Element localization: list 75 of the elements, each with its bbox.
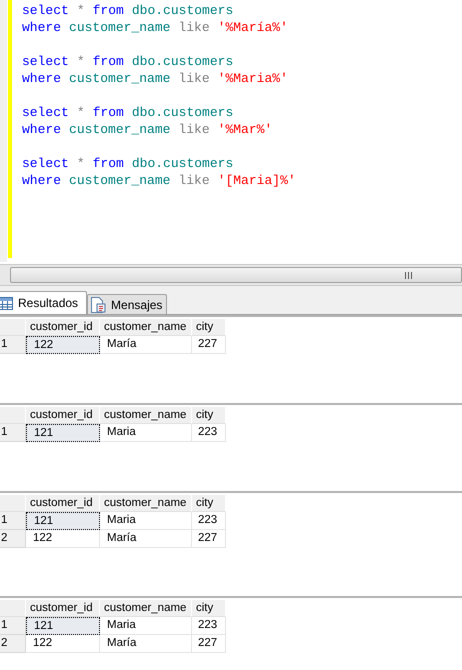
code-token: where <box>22 70 62 87</box>
column-header[interactable]: customer_id <box>26 495 100 512</box>
table-cell[interactable]: 121 <box>26 617 100 635</box>
row-number[interactable]: 1 <box>0 512 26 530</box>
code-token: where <box>22 19 62 36</box>
code-token: dbo.customers <box>132 53 234 70</box>
code-token: select <box>22 2 69 19</box>
result-tab[interactable]: Mensajes <box>87 294 168 314</box>
code-token: customer_name <box>69 70 170 87</box>
grip-icon <box>405 272 413 278</box>
result-tab[interactable]: Resultados <box>0 291 88 314</box>
table-cell[interactable]: 223 <box>192 512 226 530</box>
horizontal-scrollbar[interactable] <box>0 264 462 286</box>
code-token: * <box>76 53 85 70</box>
code-token: select <box>22 104 69 121</box>
table-cell[interactable]: María <box>100 635 192 653</box>
table-cell[interactable]: 223 <box>192 617 226 635</box>
code-token: select <box>22 155 69 172</box>
code-token: from <box>92 53 124 70</box>
code-token: where <box>22 121 62 138</box>
code-token: * <box>76 2 85 19</box>
code-token: from <box>92 2 124 19</box>
code-token: dbo.customers <box>132 155 234 172</box>
code-token: from <box>92 104 124 121</box>
code-token: '[Maria]%' <box>218 172 296 189</box>
table-cell[interactable]: Maria <box>100 424 192 442</box>
row-number[interactable]: 1 <box>0 424 26 442</box>
table-cell[interactable]: Maria <box>100 512 192 530</box>
code-token: like <box>178 121 210 138</box>
column-header[interactable]: customer_id <box>26 600 100 617</box>
code-token: customer_name <box>69 172 170 189</box>
table-cell[interactable]: 121 <box>26 512 100 530</box>
code-token: customer_name <box>69 121 170 138</box>
table-cell[interactable]: 227 <box>192 336 226 354</box>
table-cell[interactable]: 223 <box>192 424 226 442</box>
table-cell[interactable]: 122 <box>26 336 100 354</box>
table-cell[interactable]: 122 <box>26 635 100 653</box>
column-header[interactable]: customer_name <box>100 407 192 424</box>
column-header[interactable]: city <box>192 600 226 617</box>
document-icon <box>90 296 106 312</box>
code-token: like <box>178 70 210 87</box>
code-token: '%María%' <box>218 19 288 36</box>
code-token: from <box>92 155 124 172</box>
code-token: like <box>178 19 210 36</box>
table-cell[interactable]: María <box>100 336 192 354</box>
column-header[interactable]: customer_id <box>26 407 100 424</box>
row-number[interactable]: 1 <box>0 336 26 354</box>
grid-icon <box>0 296 13 310</box>
column-header[interactable]: customer_name <box>100 600 192 617</box>
code-token: dbo.customers <box>132 104 234 121</box>
table-cell[interactable]: María <box>100 530 192 548</box>
code-token: '%Mar%' <box>218 121 272 138</box>
code-token: like <box>178 172 210 189</box>
row-number[interactable]: 2 <box>0 530 26 548</box>
row-number[interactable]: 1 <box>0 617 26 635</box>
column-header[interactable]: city <box>192 319 226 336</box>
table-cell[interactable]: Maria <box>100 617 192 635</box>
code-token: * <box>76 155 85 172</box>
column-header[interactable]: customer_name <box>100 495 192 512</box>
code-token: where <box>22 172 62 189</box>
code-token: dbo.customers <box>132 2 234 19</box>
table-cell[interactable]: 121 <box>26 424 100 442</box>
code-token: customer_name <box>69 19 170 36</box>
table-cell[interactable]: 227 <box>192 635 226 653</box>
code-token: '%Maria%' <box>218 70 288 87</box>
row-number[interactable]: 2 <box>0 635 26 653</box>
column-header[interactable]: customer_id <box>26 319 100 336</box>
column-header[interactable]: customer_name <box>100 319 192 336</box>
column-header[interactable]: city <box>192 495 226 512</box>
table-cell[interactable]: 227 <box>192 530 226 548</box>
code-token: select <box>22 53 69 70</box>
code-token: * <box>76 104 85 121</box>
scrollbar-thumb[interactable] <box>10 267 462 283</box>
column-header[interactable]: city <box>192 407 226 424</box>
table-cell[interactable]: 122 <box>26 530 100 548</box>
